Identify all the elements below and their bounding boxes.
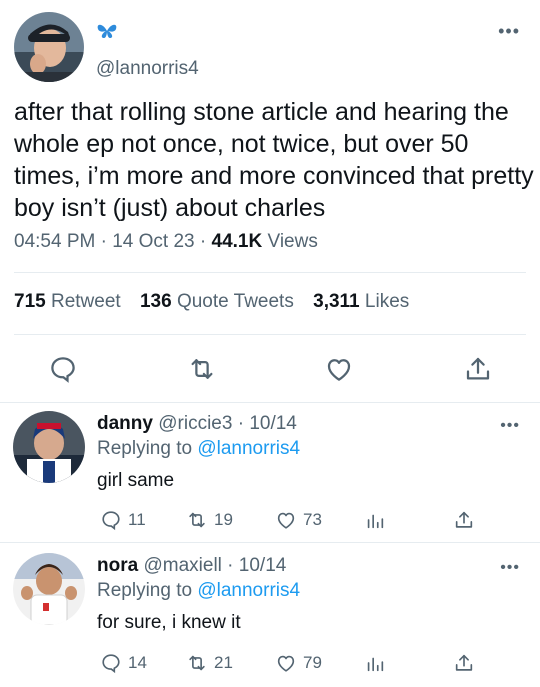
reply-author-handle[interactable]: @riccie3 bbox=[158, 413, 232, 434]
retweet-icon bbox=[189, 655, 205, 671]
main-tweet: ••• @lannorris4 after that rolling stone… bbox=[0, 0, 540, 402]
reply-author-name[interactable]: danny bbox=[97, 413, 153, 434]
reply-action[interactable]: 14 bbox=[100, 652, 147, 674]
quotes-stat[interactable]: 136 Quote Tweets bbox=[140, 291, 294, 312]
avatar[interactable] bbox=[14, 12, 84, 82]
reply-tweet[interactable]: danny @riccie3 · 10/14 ••• Replying to @… bbox=[0, 403, 540, 542]
tweet-stats: 715 Retweet 136 Quote Tweets 3,311 Likes bbox=[14, 291, 423, 313]
tweet-meta: 04:54 PM · 14 Oct 23 · 44.1K Views bbox=[14, 231, 318, 252]
retweet-icon[interactable] bbox=[187, 354, 217, 384]
reply-author-name[interactable]: nora bbox=[97, 555, 138, 576]
like-icon[interactable] bbox=[324, 354, 354, 384]
more-icon[interactable]: ••• bbox=[500, 559, 520, 577]
retweet-count: 21 bbox=[214, 653, 233, 672]
more-icon[interactable]: ••• bbox=[498, 22, 520, 40]
reply-date[interactable]: 10/14 bbox=[239, 555, 287, 576]
tweet-text: after that rolling stone article and hea… bbox=[14, 98, 534, 222]
reply-author-handle[interactable]: @maxiell bbox=[143, 555, 221, 576]
like-action[interactable]: 79 bbox=[275, 652, 322, 674]
more-icon[interactable]: ••• bbox=[500, 417, 520, 435]
divider bbox=[14, 272, 526, 273]
share-icon[interactable] bbox=[453, 652, 481, 674]
retweet-action[interactable]: 21 bbox=[186, 652, 233, 674]
share-icon[interactable] bbox=[453, 509, 481, 531]
retweet-icon bbox=[189, 512, 205, 528]
reply-date[interactable]: 10/14 bbox=[249, 413, 297, 434]
divider bbox=[14, 334, 526, 335]
like-count: 79 bbox=[303, 653, 322, 672]
reply-count: 14 bbox=[128, 653, 147, 672]
reply-icon bbox=[102, 511, 120, 531]
like-icon bbox=[277, 512, 295, 529]
retweet-action[interactable]: 19 bbox=[186, 509, 233, 531]
reply-tweet[interactable]: nora @maxiell · 10/14 ••• Replying to @l… bbox=[0, 543, 540, 687]
retweet-count: 19 bbox=[214, 510, 233, 529]
analytics-icon[interactable] bbox=[364, 509, 392, 531]
replying-to: Replying to @lannorris4 bbox=[97, 580, 301, 601]
avatar[interactable] bbox=[13, 553, 85, 625]
reply-icon bbox=[102, 654, 120, 674]
reply-count: 11 bbox=[128, 510, 146, 529]
likes-stat[interactable]: 3,311 Likes bbox=[313, 291, 409, 312]
replying-to: Replying to @lannorris4 bbox=[97, 438, 301, 459]
retweets-stat[interactable]: 715 Retweet bbox=[14, 291, 121, 312]
reply-icon[interactable] bbox=[48, 354, 78, 384]
share-icon[interactable] bbox=[463, 354, 493, 384]
like-icon bbox=[277, 655, 295, 672]
views-count: 44.1K bbox=[211, 231, 263, 252]
tweet-time[interactable]: 04:54 PM bbox=[14, 231, 95, 252]
reply-text: for sure, i knew it bbox=[97, 612, 241, 633]
verified-butterfly-icon bbox=[96, 22, 118, 40]
like-action[interactable]: 73 bbox=[275, 509, 322, 531]
replying-to-handle[interactable]: @lannorris4 bbox=[197, 580, 300, 601]
author-handle[interactable]: @lannorris4 bbox=[96, 58, 199, 80]
avatar[interactable] bbox=[13, 411, 85, 483]
views-label: Views bbox=[267, 231, 318, 252]
reply-text: girl same bbox=[97, 470, 175, 491]
tweet-date[interactable]: 14 Oct 23 bbox=[112, 231, 194, 252]
like-count: 73 bbox=[303, 510, 322, 529]
reply-action[interactable]: 11 bbox=[100, 509, 146, 531]
reply-header: danny @riccie3 · 10/14 bbox=[97, 413, 297, 434]
replying-to-handle[interactable]: @lannorris4 bbox=[197, 438, 300, 459]
analytics-icon[interactable] bbox=[364, 652, 392, 674]
reply-header: nora @maxiell · 10/14 bbox=[97, 555, 287, 576]
